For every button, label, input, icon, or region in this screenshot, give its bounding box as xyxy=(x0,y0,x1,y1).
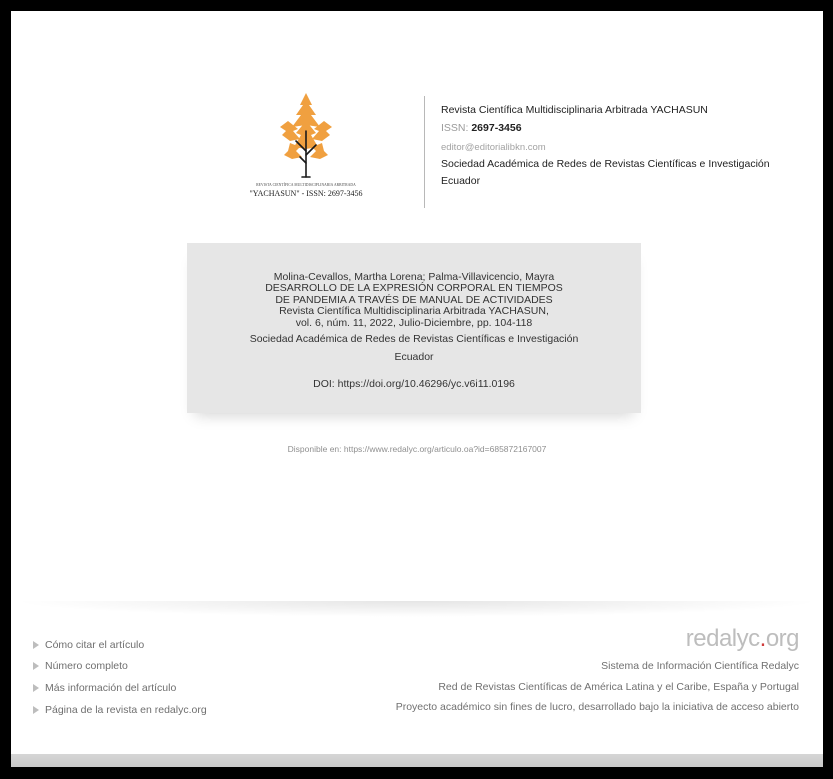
wordmark-part: re xyxy=(685,625,707,652)
header-divider xyxy=(424,96,425,208)
footer-separator xyxy=(11,601,823,617)
journal-society: Sociedad Académica de Redes de Revistas … xyxy=(441,158,770,170)
journal-issn: ISSN: 2697-3456 xyxy=(441,120,781,136)
redalyc-system: Sistema de Información Científica Redaly… xyxy=(601,660,799,672)
link-journal-page[interactable]: Página de la revista en redalyc.org xyxy=(33,702,207,717)
logo-issn: "YACHASUN" - ISSN: 2697-3456 xyxy=(249,189,363,198)
link-label: Número completo xyxy=(45,660,128,673)
logo-caption: REVISTA CIENTÍFICA MULTIDISCIPLINARIA AR… xyxy=(256,183,356,187)
journal-email[interactable]: editor@editorialibkn.com xyxy=(441,140,781,155)
link-label: Más información del artículo xyxy=(45,682,177,695)
article-title-line1: DESARROLLO DE LA EXPRESIÓN CORPORAL EN T… xyxy=(265,282,563,294)
triangle-right-icon xyxy=(33,662,39,671)
available-url[interactable]: Disponible en: https://www.redalyc.org/a… xyxy=(11,444,823,454)
redalyc-wordmark: redalyc.org xyxy=(685,625,800,653)
journal-info: Revista Científica Multidisciplinaria Ar… xyxy=(441,103,781,188)
issn-label: ISSN: xyxy=(441,122,472,134)
footer-links: Cómo citar el artículo Número completo M… xyxy=(33,637,207,724)
wordmark-part: org xyxy=(765,625,800,652)
link-label: Cómo citar el artículo xyxy=(45,638,145,651)
triangle-right-icon xyxy=(33,705,39,714)
redalyc-info: Sistema de Información Científica Redaly… xyxy=(329,659,799,721)
issn-value: 2697-3456 xyxy=(471,122,522,134)
pdf-page: REVISTA CIENTÍFICA MULTIDISCIPLINARIA AR… xyxy=(11,11,823,767)
redalyc-project: Proyecto académico sin fines de lucro, d… xyxy=(395,701,799,713)
redalyc-logo: redalyc.org xyxy=(685,625,800,653)
link-cite-article[interactable]: Cómo citar el artículo xyxy=(33,637,207,652)
citation-box: Molina-Cevallos, Martha Lorena; Palma-Vi… xyxy=(187,243,641,413)
triangle-right-icon xyxy=(33,640,39,649)
article-doi[interactable]: DOI: https://doi.org/10.46296/yc.v6i11.0… xyxy=(187,378,641,390)
article-volume-line: vol. 6, núm. 11, 2022, Julio-Diciembre, … xyxy=(295,316,533,329)
article-journal-line: Revista Científica Multidisciplinaria Ar… xyxy=(279,305,549,317)
wordmark-part: dalyc xyxy=(706,625,760,652)
redalyc-network: Red de Revistas Científicas de América L… xyxy=(438,681,799,693)
article-publisher: Sociedad Académica de Redes de Revistas … xyxy=(249,333,579,345)
bottom-bar xyxy=(11,754,823,767)
triangle-right-icon xyxy=(33,684,39,693)
article-country: Ecuador xyxy=(394,351,434,363)
journal-country: Ecuador xyxy=(441,175,481,187)
tree-logo-icon xyxy=(280,93,332,178)
journal-title: Revista Científica Multidisciplinaria Ar… xyxy=(441,104,708,116)
link-full-issue[interactable]: Número completo xyxy=(33,659,207,674)
journal-logo: REVISTA CIENTÍFICA MULTIDISCIPLINARIA AR… xyxy=(231,91,381,211)
link-more-info[interactable]: Más información del artículo xyxy=(33,681,207,696)
link-label: Página de la revista en redalyc.org xyxy=(45,703,207,716)
